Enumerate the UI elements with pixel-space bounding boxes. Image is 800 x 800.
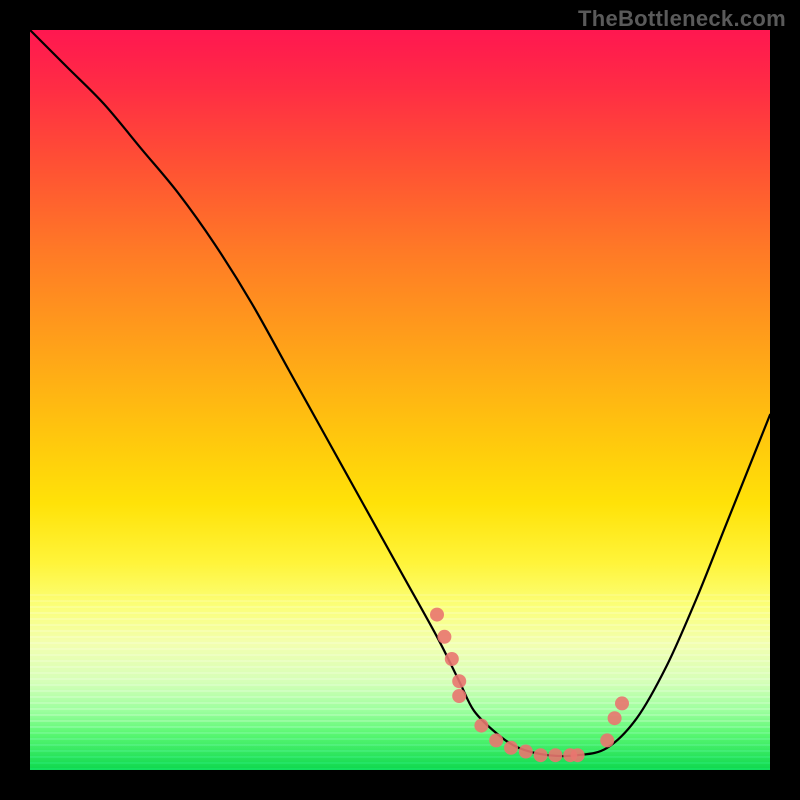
- highlighted-point: [600, 733, 614, 747]
- highlighted-point: [563, 748, 577, 762]
- highlighted-point: [519, 745, 533, 759]
- highlighted-point: [445, 652, 459, 666]
- highlighted-point: [548, 748, 562, 762]
- highlighted-point: [534, 748, 548, 762]
- highlighted-points-group: [430, 608, 629, 763]
- highlighted-point: [474, 719, 488, 733]
- chart-frame: TheBottleneck.com: [0, 0, 800, 800]
- plot-area: [30, 30, 770, 770]
- highlighted-point: [615, 696, 629, 710]
- bottleneck-curve-path: [30, 30, 770, 756]
- curve-layer: [30, 30, 770, 770]
- highlighted-point: [452, 689, 466, 703]
- highlighted-point: [452, 674, 466, 688]
- highlighted-point: [608, 711, 622, 725]
- watermark-text: TheBottleneck.com: [578, 6, 786, 32]
- highlighted-point: [430, 608, 444, 622]
- highlighted-point: [571, 748, 585, 762]
- highlighted-point: [504, 741, 518, 755]
- highlighted-point: [489, 733, 503, 747]
- highlighted-point: [437, 630, 451, 644]
